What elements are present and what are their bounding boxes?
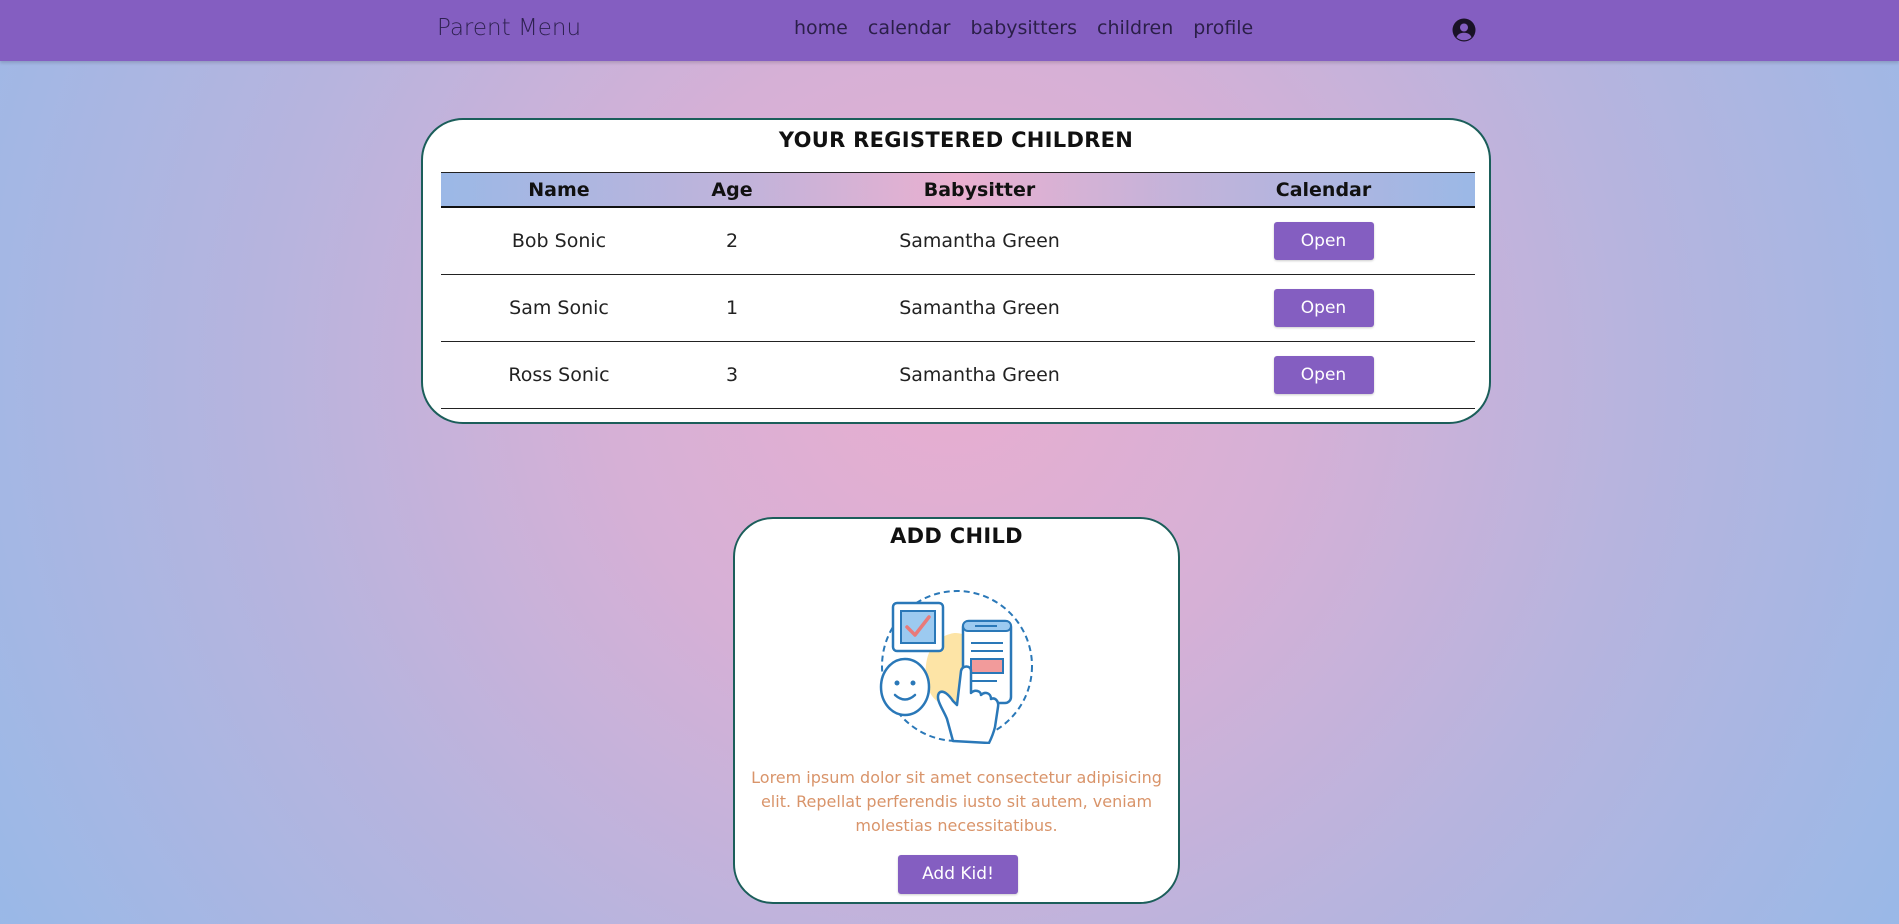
calendar-cell: Open (1172, 274, 1475, 342)
table-row: Bob Sonic 2 Samantha Green Open (441, 207, 1475, 275)
child-age: 3 (677, 341, 787, 409)
header-babysitter: Babysitter (787, 172, 1172, 208)
table-header-row: Name Age Babysitter Calendar (441, 172, 1475, 208)
nav-link-profile[interactable]: profile (1193, 17, 1253, 39)
table-row: Ross Sonic 3 Samantha Green Open (441, 341, 1475, 409)
child-name: Ross Sonic (441, 341, 677, 409)
open-calendar-button[interactable]: Open (1273, 222, 1374, 260)
child-name: Sam Sonic (441, 274, 677, 342)
nav-link-children[interactable]: children (1097, 17, 1173, 39)
children-table: Name Age Babysitter Calendar Bob Sonic 2… (441, 172, 1475, 409)
top-navbar: Parent Menu home calendar babysitters ch… (0, 0, 1899, 61)
add-child-card: ADD CHILD Lorem ipsum dolor sit amet con… (733, 517, 1180, 904)
nav-link-babysitters[interactable]: babysitters (971, 17, 1078, 39)
add-child-title: ADD CHILD (890, 524, 1023, 548)
table-row: Sam Sonic 1 Samantha Green Open (441, 274, 1475, 342)
child-babysitter: Samantha Green (787, 341, 1172, 409)
registered-children-title: YOUR REGISTERED CHILDREN (778, 128, 1134, 152)
nav-link-calendar[interactable]: calendar (868, 17, 951, 39)
user-circle-icon[interactable] (1452, 18, 1476, 42)
header-calendar: Calendar (1172, 172, 1475, 208)
open-calendar-button[interactable]: Open (1273, 289, 1374, 327)
header-name: Name (441, 172, 677, 208)
nav-link-home[interactable]: home (794, 17, 848, 39)
header-age: Age (677, 172, 787, 208)
child-name: Bob Sonic (441, 207, 677, 275)
child-babysitter: Samantha Green (787, 207, 1172, 275)
calendar-cell: Open (1172, 341, 1475, 409)
registered-children-card: YOUR REGISTERED CHILDREN Name Age Babysi… (421, 118, 1491, 424)
calendar-cell: Open (1172, 207, 1475, 275)
child-registration-illustration (879, 590, 1033, 744)
open-calendar-button[interactable]: Open (1273, 356, 1374, 394)
child-age: 1 (677, 274, 787, 342)
brand-title[interactable]: Parent Menu (437, 15, 581, 41)
child-babysitter: Samantha Green (787, 274, 1172, 342)
nav-links: home calendar babysitters children profi… (794, 17, 1253, 39)
child-age: 2 (677, 207, 787, 275)
add-kid-button[interactable]: Add Kid! (898, 855, 1018, 894)
add-child-description: Lorem ipsum dolor sit amet consectetur a… (751, 768, 1162, 835)
